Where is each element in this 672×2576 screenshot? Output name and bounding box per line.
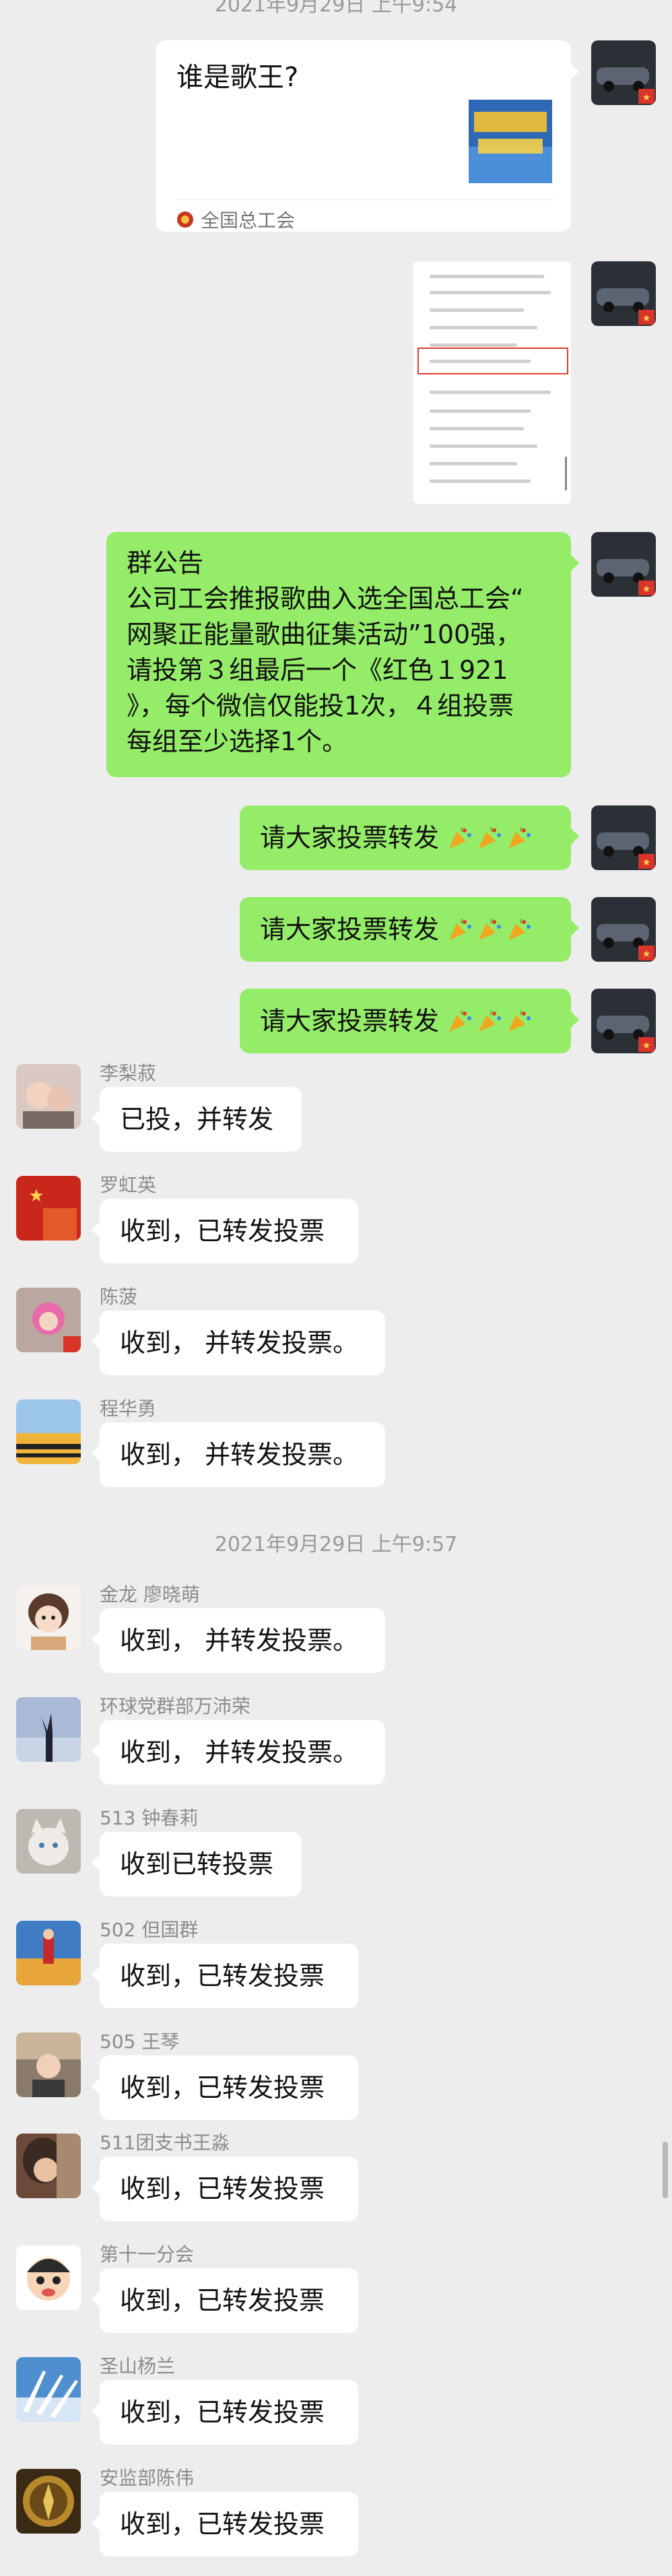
my-avatar[interactable]: ★ (591, 532, 656, 597)
sender-avatar[interactable]: ★ (16, 1176, 81, 1241)
my-message-bubble[interactable]: 请大家投票转发 (240, 989, 579, 1053)
incoming-message-bubble[interactable]: 收到，已转发投票 (92, 2268, 358, 2333)
sender-name: 罗虹英 (100, 1174, 157, 1196)
message-text: 收到，已转发投票 (120, 2509, 325, 2539)
message-text: 收到，已转发投票 (120, 2073, 325, 2103)
sender-avatar[interactable] (16, 2469, 81, 2534)
my-message-bubble[interactable]: 请大家投票转发 (240, 897, 579, 962)
my-avatar[interactable]: ★ (591, 40, 656, 105)
link-card-title: 谁是歌王? (176, 62, 299, 93)
party-popper-icon (479, 1010, 502, 1032)
sender-name: 李梨菽 (100, 1062, 157, 1084)
highlight-box (417, 348, 568, 374)
incoming-message-bubble[interactable]: 收到已转投票 (92, 1832, 302, 1896)
message-text: 收到已转投票 (120, 1849, 274, 1879)
my-avatar[interactable]: ★ (591, 897, 656, 962)
incoming-message-bubble[interactable]: 收到，已转发投票 (92, 2156, 358, 2221)
timestamp-top: 2021年9月29日 上午9:54 (214, 0, 458, 17)
svg-text:★: ★ (642, 857, 651, 868)
link-card[interactable]: 谁是歌王? 全国总工会 (156, 40, 579, 233)
link-card-source-label: 全国总工会 (201, 209, 296, 232)
sender-name: 502 但国群 (100, 1919, 199, 1941)
message-text: 收到， 并转发投票。 (120, 1440, 359, 1469)
sender-name: 511团支书王淼 (100, 2132, 230, 2154)
incoming-message-bubble[interactable]: 收到，已转发投票 (92, 1944, 358, 2008)
sender-avatar[interactable] (16, 1921, 81, 1985)
message-text: 收到，已转发投票 (120, 2286, 325, 2315)
scroll-indicator[interactable] (663, 2142, 668, 2198)
message-text: 请大家投票转发 (260, 1006, 440, 1036)
message-text: 请大家投票转发 (260, 823, 440, 853)
announcement-line: 每组至少选择1个。 (127, 727, 348, 756)
my-avatar[interactable]: ★ (591, 989, 656, 1053)
sender-avatar[interactable] (16, 1288, 81, 1352)
party-popper-icon (508, 919, 531, 940)
announcement-line: 网聚正能量歌曲征集活动”100强， (127, 620, 522, 649)
incoming-message-bubble[interactable]: 收到， 并转发投票。 (92, 1422, 385, 1487)
message-text: 收到，已转发投票 (120, 1961, 325, 1991)
party-popper-icon (449, 827, 472, 849)
sender-name: 安监部陈伟 (100, 2467, 195, 2489)
incoming-message-bubble[interactable]: 收到，已转发投票 (92, 2055, 358, 2120)
svg-text:★: ★ (642, 584, 651, 595)
sender-avatar[interactable] (16, 1809, 81, 1874)
group-announcement[interactable]: 群公告 公司工会推报歌曲入选全国总工会“ 网聚正能量歌曲征集活动”100强， 请… (106, 532, 579, 777)
sender-avatar[interactable] (16, 1064, 81, 1129)
sender-name: 第十一分会 (100, 2243, 195, 2266)
incoming-message-bubble[interactable]: 收到，已转发投票 (92, 2380, 358, 2445)
party-popper-icon (479, 919, 502, 940)
svg-text:★: ★ (642, 1041, 651, 1051)
my-avatar[interactable]: ★ (591, 805, 656, 870)
link-card-source: 全国总工会 (176, 206, 295, 233)
sender-name: 圣山杨兰 (100, 2355, 176, 2377)
message-text: 收到，已转发投票 (120, 2398, 325, 2427)
svg-text:★: ★ (642, 92, 651, 103)
link-card-thumbnail (469, 100, 552, 183)
incoming-message-bubble[interactable]: 已投，并转发 (92, 1087, 302, 1152)
party-popper-icon (508, 1010, 531, 1032)
party-popper-icon (449, 919, 472, 940)
sender-avatar[interactable] (16, 1399, 81, 1464)
svg-text:★: ★ (28, 1186, 44, 1206)
sender-name: 陈菠 (100, 1286, 138, 1308)
sender-name: 程华勇 (100, 1397, 157, 1420)
sender-avatar[interactable] (16, 2033, 81, 2097)
incoming-message-bubble[interactable]: 收到， 并转发投票。 (92, 1720, 385, 1785)
incoming-message-bubble[interactable]: 收到，已转发投票 (92, 2492, 358, 2556)
union-emblem-icon (177, 211, 193, 228)
message-text: 收到，已转发投票 (120, 1216, 325, 1246)
sender-avatar[interactable] (16, 2134, 81, 2198)
sender-avatar[interactable] (16, 2245, 81, 2310)
svg-text:★: ★ (642, 313, 651, 324)
message-text: 请大家投票转发 (260, 915, 440, 944)
announcement-title: 群公告 (127, 548, 204, 578)
message-text: 收到， 并转发投票。 (120, 1738, 359, 1767)
incoming-message-bubble[interactable]: 收到， 并转发投票。 (92, 1311, 385, 1375)
party-popper-icon (508, 827, 531, 849)
sender-name: 505 王琴 (100, 2030, 180, 2053)
party-popper-icon (479, 827, 502, 849)
announcement-line: 公司工会推报歌曲入选全国总工会“ (127, 584, 524, 614)
incoming-message-bubble[interactable]: 收到， 并转发投票。 (92, 1608, 385, 1673)
message-text: 已投，并转发 (120, 1104, 274, 1134)
sender-avatar[interactable] (16, 2357, 81, 2422)
image-message[interactable] (413, 261, 571, 504)
announcement-line: 》，每个微信仅能投1次，４组投票 (127, 691, 514, 721)
svg-text:★: ★ (642, 949, 651, 960)
message-text: 收到， 并转发投票。 (120, 1626, 359, 1655)
message-text: 收到，已转发投票 (120, 2174, 325, 2204)
sender-avatar[interactable] (16, 1697, 81, 1762)
timestamp-divider: 2021年9月29日 上午9:57 (214, 1533, 458, 1556)
sender-name: 513 钟春莉 (100, 1807, 199, 1829)
my-avatar[interactable]: ★ (591, 261, 656, 326)
sender-name: 环球党群部万沛荣 (100, 1695, 251, 1717)
message-text: 收到， 并转发投票。 (120, 1328, 359, 1358)
sender-name: 金龙 廖晓萌 (100, 1583, 200, 1606)
announcement-line: 请投第３组最后一个《红色１921 (127, 655, 508, 685)
my-message-bubble[interactable]: 请大家投票转发 (240, 805, 579, 870)
incoming-message-bubble[interactable]: 收到，已转发投票 (92, 1199, 358, 1263)
party-popper-icon (449, 1010, 472, 1032)
sender-avatar[interactable] (16, 1585, 81, 1650)
